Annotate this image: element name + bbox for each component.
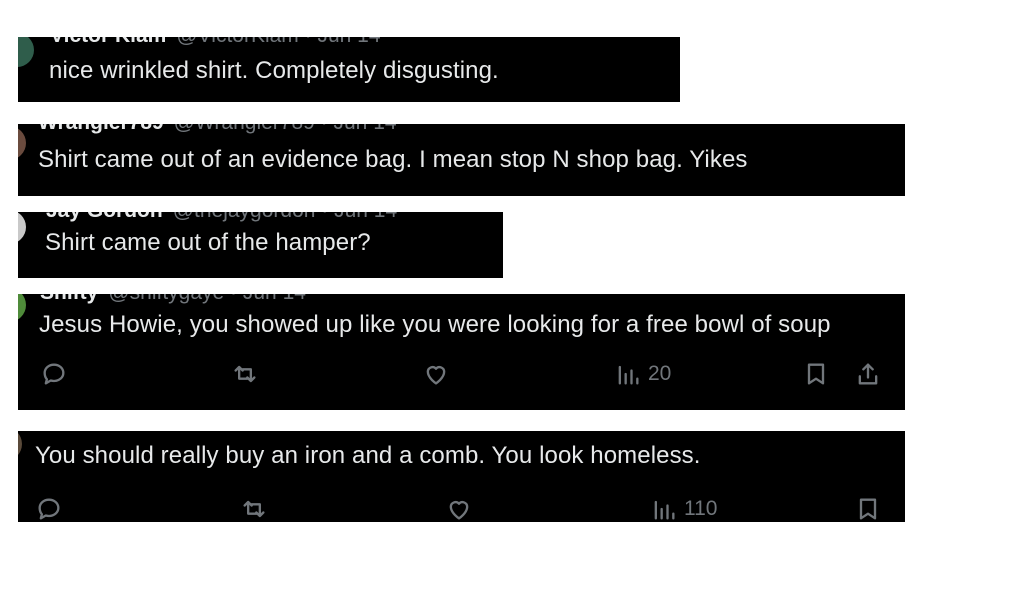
avatar[interactable] [18,294,26,322]
reply-text: Shirt came out of the hamper? [45,229,371,256]
retweet-icon [243,500,265,518]
avatar[interactable] [18,126,26,160]
reply-text: Jesus Howie, you showed up like you were… [39,311,831,338]
reply-card[interactable]: Jay Gordon @thejaygordon · Jun 14 Shirt c… [18,212,503,278]
bookmark-icon [859,498,877,520]
views-icon [618,365,639,385]
author-handle[interactable]: @Wrangler789 · Jun 14 [174,124,397,134]
avatar[interactable] [18,37,34,67]
share-button[interactable] [854,360,882,388]
reply-card[interactable]: You should really buy an iron and a comb… [18,431,905,522]
views-icon [654,500,675,520]
action-bar: 110 [18,495,905,522]
like-button[interactable] [445,495,473,522]
reply-card[interactable]: Wrangler789 @Wrangler789 · Jun 14 Shirt c… [18,124,905,196]
reply-text: nice wrinkled shirt. Completely disgusti… [49,57,499,84]
reply-header: Jay Gordon @thejaygordon · Jun 14 [46,212,503,223]
author-handle[interactable]: @thejaygordon · Jun 14 [173,212,397,222]
reply-text: Shirt came out of an evidence bag. I mea… [38,146,748,173]
reply-icon [38,498,60,520]
author-name[interactable]: Victor Kiam [50,37,166,47]
views-button[interactable]: 110 [650,495,717,522]
avatar[interactable] [18,212,26,244]
author-name[interactable]: Shifty [40,294,98,304]
author-name[interactable]: Jay Gordon [46,212,163,222]
bookmark-button[interactable] [854,495,882,522]
author-name[interactable]: Wrangler789 [38,124,164,134]
reply-button[interactable] [40,360,68,388]
views-count: 110 [684,497,718,520]
reply-header: Shifty @shiftygaye · Jun 14 [40,294,905,305]
reply-button[interactable] [35,495,63,522]
heart-icon [426,366,446,385]
reply-icon [43,363,65,385]
bookmark-button[interactable] [802,360,830,388]
reply-text: You should really buy an iron and a comb… [35,442,701,469]
views-button[interactable]: 20 [614,360,671,388]
author-handle[interactable]: @shiftygaye · Jun 14 [108,294,306,304]
heart-icon [449,501,469,520]
reply-header: Wrangler789 @Wrangler789 · Jun 14 [38,124,905,135]
views-count: 20 [648,362,672,385]
retweet-button[interactable] [240,495,268,522]
retweet-button[interactable] [231,360,259,388]
share-icon [858,363,878,385]
bookmark-icon [807,363,825,385]
like-button[interactable] [422,360,450,388]
reply-header: Victor Kiam @VictorKiam · Jun 14 [50,37,680,48]
avatar[interactable] [18,431,22,461]
reply-card[interactable]: Victor Kiam @VictorKiam · Jun 14 nice wri… [18,37,680,102]
action-bar: 20 [18,360,905,390]
retweet-icon [234,365,256,383]
reply-card[interactable]: Shifty @shiftygaye · Jun 14 Jesus Howie, … [18,294,905,410]
author-handle[interactable]: @VictorKiam · Jun 14 [176,37,380,47]
